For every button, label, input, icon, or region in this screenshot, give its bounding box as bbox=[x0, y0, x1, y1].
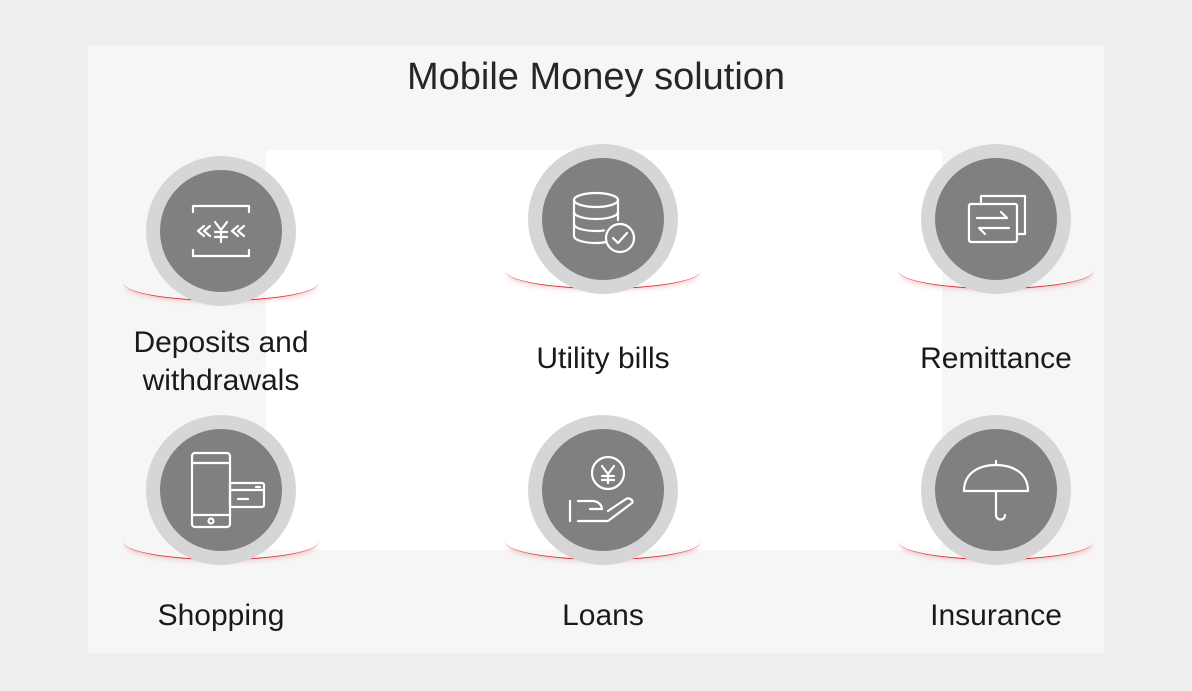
icon-ring bbox=[921, 415, 1071, 565]
phone-card-icon bbox=[190, 451, 266, 529]
database-check-icon bbox=[572, 191, 636, 254]
feature-utility-bills: Utility bills bbox=[483, 144, 723, 384]
icon-ring bbox=[528, 415, 678, 565]
feature-insurance: Insurance bbox=[876, 415, 1116, 655]
page-title: Mobile Money solution bbox=[406, 56, 786, 98]
umbrella-icon bbox=[962, 459, 1030, 521]
feature-label: Insurance bbox=[930, 599, 1062, 632]
feature-label: Utility bills bbox=[536, 342, 670, 375]
icon-ring bbox=[146, 156, 296, 306]
hand-coin-icon bbox=[568, 455, 634, 523]
feature-shopping: Shopping bbox=[101, 415, 341, 655]
icon-ring bbox=[528, 144, 678, 294]
feature-label: Shopping bbox=[157, 599, 285, 632]
icon-ring bbox=[921, 144, 1071, 294]
feature-remittance: Remittance bbox=[876, 144, 1116, 384]
feature-loans: Loans bbox=[483, 415, 723, 655]
feature-label: Remittance bbox=[920, 342, 1072, 375]
icon-ring bbox=[146, 415, 296, 565]
transfer-card-icon bbox=[967, 194, 1027, 244]
feature-label: Deposits and withdrawals bbox=[133, 326, 309, 397]
deposit-exchange-icon bbox=[191, 204, 251, 258]
feature-label: Loans bbox=[562, 599, 644, 632]
feature-deposits: Deposits and withdrawals bbox=[101, 156, 341, 397]
